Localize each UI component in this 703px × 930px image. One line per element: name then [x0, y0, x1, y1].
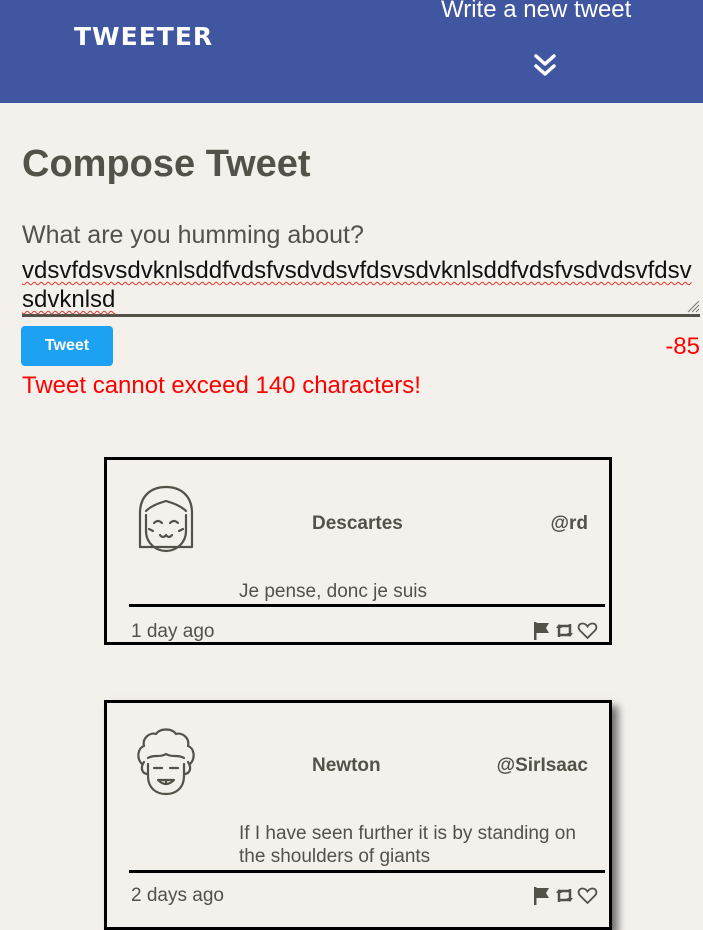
tweet-prompt-label: What are you humming about?	[22, 221, 364, 249]
curly-hair-man-avatar-icon	[137, 728, 195, 796]
heart-icon[interactable]	[577, 620, 598, 641]
resize-grip-icon[interactable]	[687, 300, 700, 313]
retweet-icon[interactable]	[554, 620, 575, 641]
write-new-tweet-link[interactable]: Write a new tweet	[441, 0, 651, 24]
flag-icon[interactable]	[531, 885, 552, 906]
tweet-button[interactable]: Tweet	[21, 326, 113, 366]
tweet-card: Descartes @rd Je pense, donc je suis 1 d…	[104, 457, 612, 645]
tweet-actions	[531, 620, 598, 641]
logo[interactable]: TWEETER	[74, 22, 213, 51]
tweet-divider	[129, 604, 605, 607]
navbar: TWEETER Write a new tweet	[0, 0, 703, 103]
double-chevron-down-icon[interactable]	[531, 52, 559, 80]
tweet-author-handle: @SirIsaac	[496, 755, 588, 776]
tweet-author-handle: @rd	[550, 513, 588, 534]
tweet-divider	[129, 870, 605, 873]
tweet-timestamp: 2 days ago	[131, 885, 224, 906]
flag-icon[interactable]	[531, 620, 552, 641]
tweet-content: If I have seen further it is by standing…	[239, 823, 576, 867]
tweet-timestamp: 1 day ago	[131, 621, 215, 642]
compose-title: Compose Tweet	[22, 143, 311, 185]
tweet-card: Newton @SirIsaac If I have seen further …	[104, 700, 612, 930]
tweet-textarea[interactable]	[22, 256, 700, 317]
tweet-actions	[531, 885, 598, 906]
error-message: Tweet cannot exceed 140 characters!	[22, 372, 421, 399]
heart-icon[interactable]	[577, 885, 598, 906]
tweet-author-name: Newton	[312, 755, 381, 776]
tweet-author-name: Descartes	[312, 513, 403, 534]
tweet-content: Je pense, donc je suis	[239, 581, 428, 602]
smiling-girl-avatar-icon	[138, 485, 194, 553]
character-counter: -85	[665, 333, 700, 360]
retweet-icon[interactable]	[554, 885, 575, 906]
